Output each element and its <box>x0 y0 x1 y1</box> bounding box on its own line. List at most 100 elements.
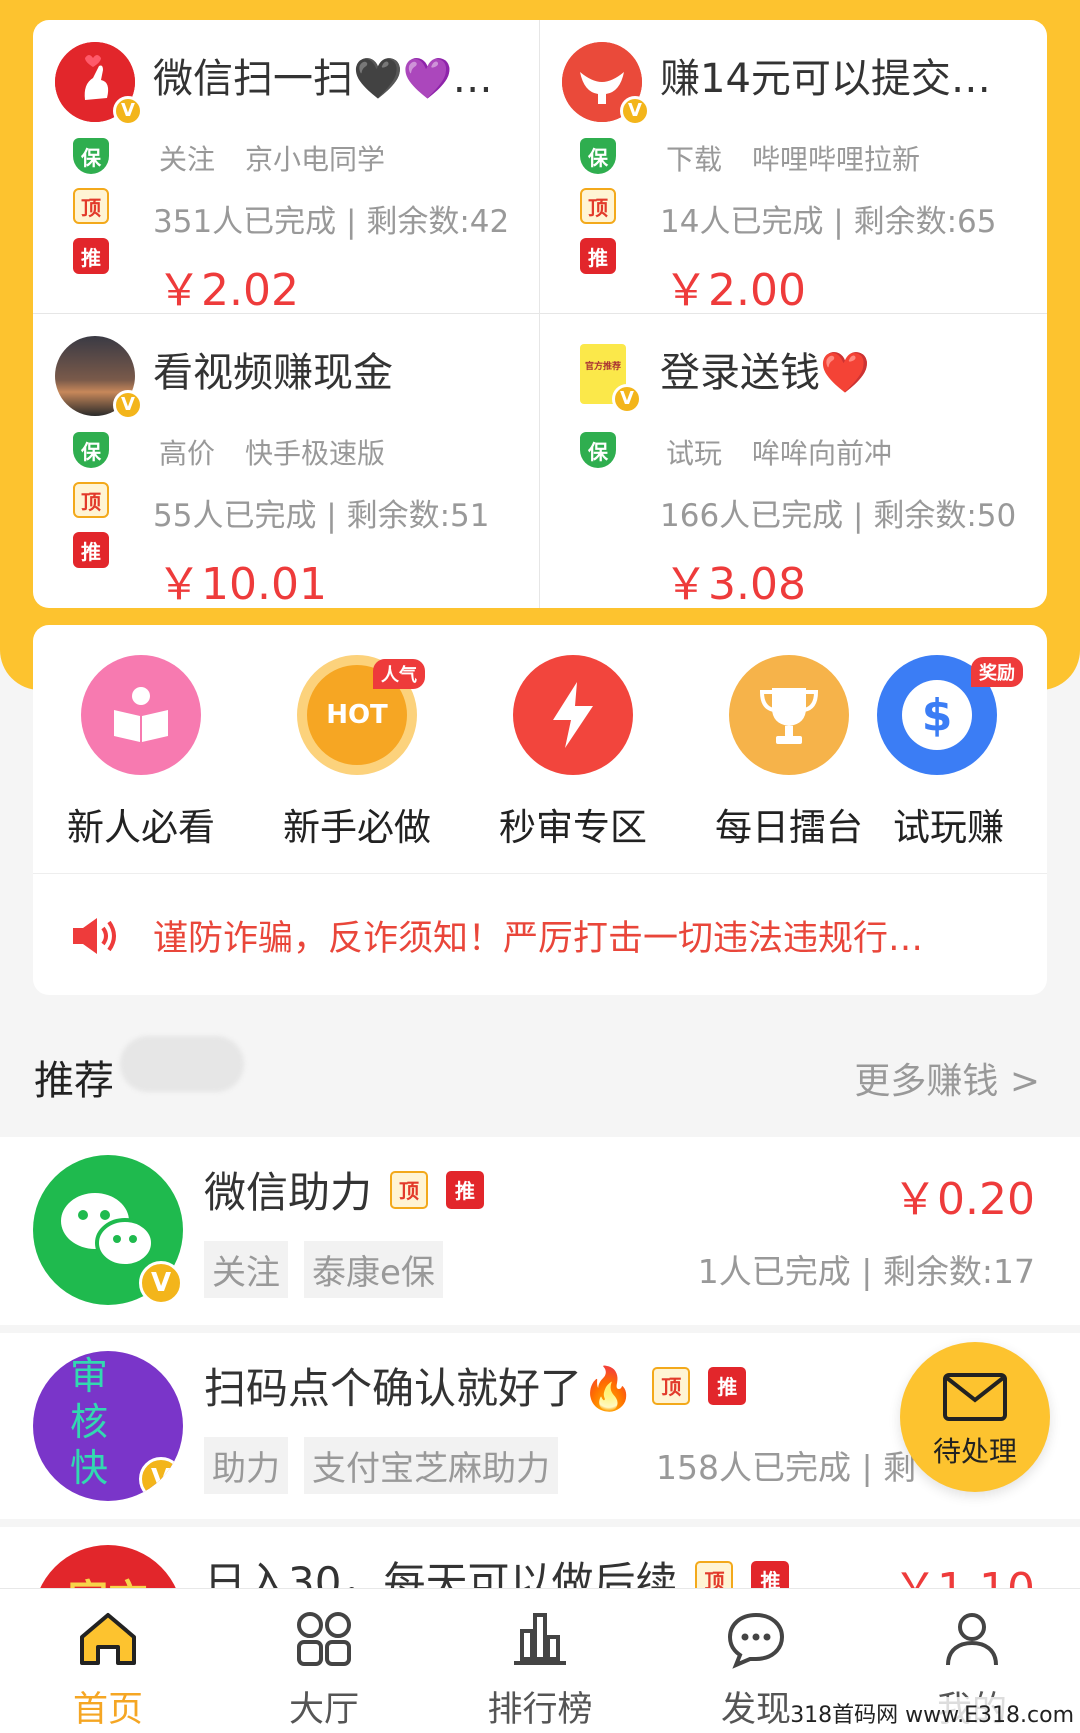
watermark: 318首码网 www.E318.com <box>790 1697 1074 1729</box>
task-avatar: V <box>55 336 143 420</box>
money-bag-symbol: $ <box>902 680 972 750</box>
menu-item-trial-earn[interactable]: $ 奖励 试玩赚 <box>877 655 1047 851</box>
menu-label: 每日擂台 <box>715 806 863 849</box>
task-tag-column: 保 顶 推 <box>73 138 111 288</box>
task-title: 看视频赚现金 <box>153 350 393 396</box>
task-meta: 高价 快手极速版 <box>159 432 415 472</box>
task-app: 哞哞向前冲 <box>752 437 893 470</box>
featured-task-card[interactable]: 官方推荐 V 保 登录送钱❤️ 试玩 哞哞向前冲 166人已完成 | 剩余数:50… <box>540 314 1047 608</box>
task-avatar: 官方推荐 V <box>580 344 642 414</box>
task-stat: 1人已完成 | 剩余数:17 <box>697 1252 1035 1291</box>
chat-bubble-icon <box>727 1612 785 1669</box>
blurred-label <box>120 1036 244 1092</box>
task-chip: 支付宝芝麻助力 <box>304 1437 558 1494</box>
bar-chart-icon <box>514 1613 566 1665</box>
tui-tag: 推 <box>446 1170 485 1209</box>
tab-home[interactable]: 首页 <box>38 1609 178 1732</box>
reward-badge: 奖励 <box>971 657 1023 687</box>
menu-item-newbie-tasks[interactable]: HOT 人气 新手必做 <box>257 655 457 851</box>
task-title: 扫码点个确认就好了🔥 <box>204 1364 635 1413</box>
task-type: 试玩 <box>666 437 723 470</box>
verified-icon: V <box>113 390 143 420</box>
speaker-icon <box>73 917 116 954</box>
avatar-text: 审核快 <box>69 1354 108 1490</box>
featured-task-card[interactable]: V 保 顶 推 微信扫一扫🖤💜… 关注 京小电同学 351人已完成 | 剩余数:4… <box>33 20 540 316</box>
notice-text: 谨防诈骗，反诈须知！严厉打击一切违法违规行… <box>153 919 924 959</box>
verified-icon: V <box>139 1457 183 1501</box>
tui-tag: 推 <box>708 1366 747 1405</box>
task-tag-column: 保 顶 推 <box>73 432 111 582</box>
menu-label: 秒审专区 <box>499 806 647 849</box>
menu-item-newbie-guide[interactable]: 新人必看 <box>41 655 241 851</box>
task-chip: 关注 <box>204 1241 288 1298</box>
featured-task-grid: V 保 顶 推 微信扫一扫🖤💜… 关注 京小电同学 351人已完成 | 剩余数:4… <box>33 20 1047 608</box>
featured-task-card[interactable]: V 保 顶 推 赚14元可以提交… 下载 哔哩哔哩拉新 14人已完成 | 剩余数:… <box>540 20 1047 316</box>
task-app: 快手极速版 <box>245 437 386 470</box>
task-chips: 关注 泰康e保 <box>204 1241 459 1298</box>
task-meta: 试玩 哞哞向前冲 <box>666 432 922 472</box>
task-stat: 14人已完成 | 剩余数:65 <box>660 204 997 240</box>
ding-tag: 顶 <box>73 482 109 518</box>
recommend-header: 推荐 更多赚钱 > <box>0 1030 1080 1130</box>
notice-bar[interactable]: 谨防诈骗，反诈须知！严厉打击一切违法违规行… <box>69 910 1013 961</box>
task-type: 关注 <box>159 143 216 176</box>
task-stat: 55人已完成 | 剩余数:51 <box>153 498 490 534</box>
trophy-icon <box>729 655 849 775</box>
task-avatar: V <box>562 42 650 126</box>
lightning-icon <box>513 655 633 775</box>
task-app: 哔哩哔哩拉新 <box>752 143 921 176</box>
bao-tag: 保 <box>580 432 616 468</box>
verified-icon: V <box>620 96 650 126</box>
book-icon <box>81 655 201 775</box>
hot-icon-text: HOT <box>326 700 388 730</box>
verified-icon: V <box>113 96 143 126</box>
task-title: 微信扫一扫🖤💜… <box>153 56 493 102</box>
task-avatar: 审核快 V <box>33 1351 183 1501</box>
hot-icon: HOT 人气 <box>297 655 425 775</box>
bao-tag: 保 <box>73 138 109 174</box>
user-icon <box>946 1613 998 1666</box>
task-title: 微信助力 <box>204 1168 373 1217</box>
task-stat: 166人已完成 | 剩余数:50 <box>660 498 1017 534</box>
task-price: ￥2.02 <box>157 265 299 316</box>
ding-tag: 顶 <box>652 1366 691 1405</box>
ding-tag: 顶 <box>580 188 616 224</box>
task-tag-column: 保 顶 推 <box>580 138 618 288</box>
task-price: ￥2.00 <box>664 265 806 316</box>
menu-item-quick-review[interactable]: 秒审专区 <box>473 655 673 851</box>
more-earn-link[interactable]: 更多赚钱 > <box>854 1052 1040 1104</box>
task-chips: 助力 支付宝芝麻助力 <box>204 1437 574 1494</box>
tab-hall[interactable]: 大厅 <box>254 1609 394 1732</box>
task-price: ￥0.20 <box>893 1174 1035 1225</box>
tui-tag: 推 <box>73 238 109 274</box>
task-price: ￥10.01 <box>157 559 327 608</box>
fab-label: 待处理 <box>932 1435 1017 1468</box>
featured-task-card[interactable]: V 保 顶 推 看视频赚现金 高价 快手极速版 55人已完成 | 剩余数:51 ￥… <box>33 314 540 608</box>
quick-menu-card: 新人必看 HOT 人气 新手必做 秒审专区 每日擂台 $ 奖励 试玩赚 谨防诈骗… <box>33 625 1047 995</box>
grid-icon <box>297 1612 351 1666</box>
bao-tag: 保 <box>73 432 109 468</box>
task-meta: 下载 哔哩哔哩拉新 <box>666 138 950 178</box>
tui-tag: 推 <box>73 532 109 568</box>
task-chip: 助力 <box>204 1437 288 1494</box>
task-list-item[interactable]: V 微信助力 顶 推 ￥0.20 关注 泰康e保 1人已完成 | 剩余数:17 <box>0 1137 1080 1325</box>
task-meta: 关注 京小电同学 <box>159 138 415 178</box>
menu-label: 新人必看 <box>67 806 215 849</box>
pending-fab[interactable]: 待处理 <box>900 1342 1050 1492</box>
tab-label: 大厅 <box>288 1690 359 1730</box>
task-stat: 351人已完成 | 剩余数:42 <box>153 204 510 240</box>
verified-icon: V <box>139 1261 183 1305</box>
bao-tag: 保 <box>580 138 616 174</box>
task-title-row: 微信助力 顶 推 <box>204 1159 485 1220</box>
task-stat: 158人已完成 | 剩 <box>656 1448 917 1487</box>
divider <box>33 873 1047 874</box>
task-type: 高价 <box>159 437 216 470</box>
official-logo-text: 官方推荐 <box>584 362 621 372</box>
tui-tag: 推 <box>580 238 616 274</box>
task-app: 京小电同学 <box>245 143 386 176</box>
tab-label: 排行榜 <box>487 1690 593 1730</box>
ding-tag: 顶 <box>390 1170 429 1209</box>
task-title: 赚14元可以提交… <box>660 56 991 102</box>
menu-item-daily-arena[interactable]: 每日擂台 <box>689 655 889 851</box>
tab-ranking[interactable]: 排行榜 <box>470 1609 610 1732</box>
